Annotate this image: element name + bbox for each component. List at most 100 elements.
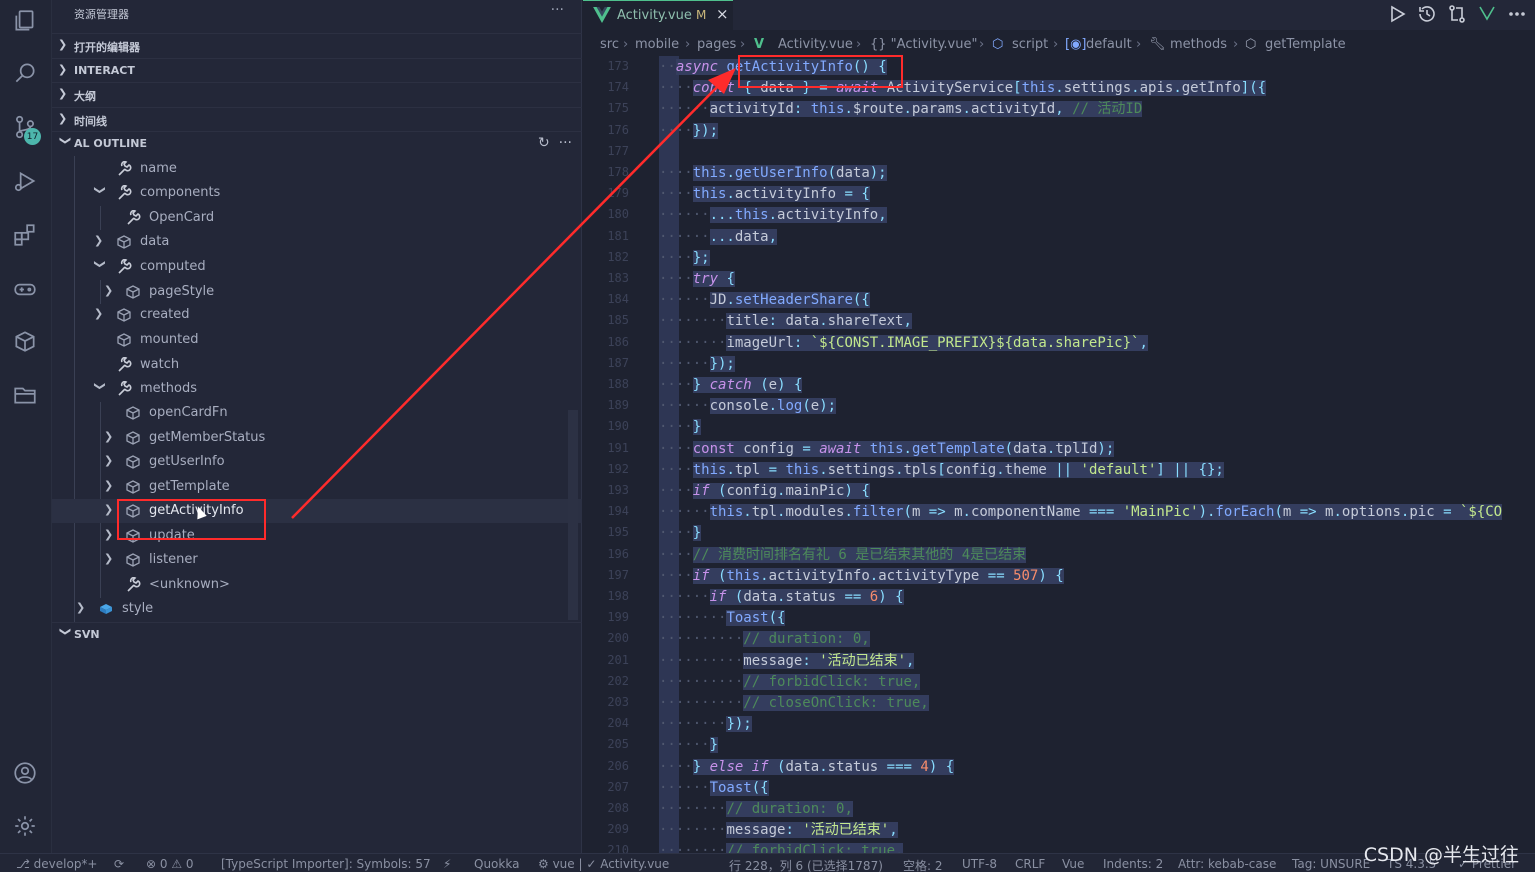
code-line[interactable]: ········title: data.shareText, (659, 311, 912, 332)
code-line[interactable]: ········}); (659, 714, 752, 735)
code-line[interactable]: ····}; (659, 248, 710, 269)
git-lens-icon[interactable] (1477, 4, 1497, 24)
refresh-icon[interactable]: ↻ ··· (538, 135, 572, 151)
section-svn[interactable]: ❯ SVN (52, 622, 582, 646)
compare-changes-icon[interactable] (1447, 4, 1467, 24)
package-icon[interactable] (10, 326, 40, 356)
code-line[interactable]: ······this.tpl.modules.filter(m => m.com… (659, 502, 1503, 523)
code-line[interactable]: ······...this.activityInfo, (659, 205, 887, 226)
section-outline[interactable]: ❯ 大纲 (52, 82, 582, 106)
attr-status[interactable]: Attr: kebab-case (1178, 857, 1276, 871)
breadcrumb-item[interactable]: methods (1170, 37, 1227, 52)
outline-item[interactable]: name (52, 157, 582, 181)
outline-item[interactable]: <unknown> (52, 573, 582, 597)
code-line[interactable]: ··········message: '活动已结束', (659, 651, 915, 672)
chevron-right-icon[interactable]: ❯ (94, 234, 106, 247)
breadcrumb-item[interactable]: src (600, 37, 619, 52)
account-icon[interactable] (10, 758, 40, 788)
chevron-right-icon[interactable]: ❯ (104, 454, 116, 467)
outline-item[interactable]: ❯ methods (52, 377, 582, 401)
vue-status[interactable]: ⚙ vue | ✓ Activity.vue (538, 857, 669, 871)
sync-icon[interactable]: ⟳ (114, 857, 124, 871)
settings-gear-icon[interactable] (10, 811, 40, 841)
close-icon[interactable]: × (716, 5, 729, 23)
code-line[interactable]: ····}); (659, 121, 719, 142)
code-line[interactable]: ····this.getUserInfo(data); (659, 163, 887, 184)
importer-status[interactable]: [TypeScript Importer]: Symbols: 57 (221, 857, 431, 871)
more-actions-icon[interactable] (1507, 4, 1527, 24)
code-line[interactable]: ··········// forbidClick: true, (659, 672, 921, 693)
code-line[interactable]: ········imageUrl: `${CONST.IMAGE_PREFIX}… (659, 333, 1148, 354)
problems-status[interactable]: ⊗ 0 ⚠ 0 (146, 857, 194, 871)
outline-item[interactable]: ❯ computed (52, 255, 582, 279)
tab-activity-vue[interactable]: Activity.vue M × (583, 0, 733, 30)
indent-status[interactable]: 空格: 2 (903, 857, 943, 872)
outline-item[interactable]: openCardFn (52, 401, 582, 425)
chevron-right-icon[interactable]: ❯ (104, 479, 116, 492)
outline-item[interactable]: watch (52, 353, 582, 377)
section-timeline[interactable]: ❯ 时间线 (52, 107, 582, 131)
cursor-position[interactable]: 行 228，列 6 (已选择1787) (729, 857, 883, 872)
code-line[interactable]: ··········// closeOnClick: true, (659, 693, 929, 714)
run-icon[interactable] (1387, 4, 1407, 24)
outline-item[interactable]: ❯ pageStyle (52, 280, 582, 304)
chevron-right-icon[interactable]: ❯ (104, 528, 116, 541)
outline-item[interactable]: OpenCard (52, 206, 582, 230)
quokka-status[interactable]: Quokka (474, 857, 519, 871)
more-actions-icon[interactable]: ··· (551, 2, 564, 18)
code-line[interactable]: ······console.log(e); (659, 396, 837, 417)
breadcrumb-item[interactable]: {} "Activity.vue" (870, 37, 977, 52)
outline-item[interactable]: ❯ components (52, 181, 582, 205)
breadcrumb-item[interactable]: getTemplate (1265, 37, 1346, 52)
chevron-right-icon[interactable]: ❯ (76, 601, 88, 614)
breadcrumb-item[interactable]: script (1012, 37, 1048, 52)
outline-item[interactable]: ❯ getTemplate (52, 475, 582, 499)
outline-item[interactable]: ❯ created (52, 303, 582, 327)
tag-status[interactable]: Tag: UNSURE (1292, 857, 1370, 871)
section-open-editors[interactable]: ❯ 打开的编辑器 (52, 33, 582, 57)
outline-item[interactable]: ❯ getUserInfo (52, 450, 582, 474)
chevron-right-icon[interactable]: ❯ (94, 307, 106, 320)
code-line[interactable]: ····if (this.activityInfo.activityType =… (659, 566, 1064, 587)
code-line[interactable]: ········// forbidClick: true, (659, 841, 904, 853)
chevron-right-icon[interactable]: ❯ (104, 552, 116, 565)
indents-status[interactable]: Indents: 2 (1103, 857, 1163, 871)
section-interact[interactable]: ❯ INTERACT (52, 58, 582, 82)
chevron-down-icon[interactable]: ❯ (94, 382, 107, 394)
code-line[interactable]: ······...data, (659, 227, 778, 248)
language-status[interactable]: Vue (1062, 857, 1084, 871)
code-line[interactable]: ········// duration: 0, (659, 799, 853, 820)
code-line[interactable]: ····this.activityInfo = { (659, 184, 870, 205)
code-line[interactable]: ········message: '活动已结束', (659, 820, 898, 841)
breadcrumb-item[interactable]: default (1086, 37, 1132, 52)
code-line[interactable]: ······JD.setHeaderShare({ (659, 290, 870, 311)
code-line[interactable]: ······Toast({ (659, 778, 769, 799)
chevron-right-icon[interactable]: ❯ (104, 503, 116, 516)
code-line[interactable]: ········Toast({ (659, 608, 786, 629)
breadcrumb-item[interactable]: pages (697, 37, 736, 52)
chevron-down-icon[interactable]: ❯ (94, 186, 107, 198)
code-line[interactable]: ····} catch (e) { (659, 375, 803, 396)
section-al-outline[interactable]: ❯ AL OUTLINE ↻ ··· (52, 131, 582, 155)
code-line[interactable]: ····} else if (data.status === 4) { (659, 757, 955, 778)
code-line[interactable]: ······} (659, 735, 719, 756)
eol-status[interactable]: CRLF (1015, 857, 1045, 871)
folder-icon[interactable] (10, 380, 40, 410)
extensions-icon[interactable] (10, 220, 40, 250)
outline-item[interactable]: ❯ listener (52, 548, 582, 572)
outline-item[interactable]: mounted (52, 328, 582, 352)
code-line[interactable]: ······activityId: this.$route.params.act… (659, 99, 1143, 120)
explorer-icon[interactable] (10, 6, 40, 36)
run-debug-icon[interactable] (10, 166, 40, 196)
code-line[interactable]: ····const config = await this.getTemplat… (659, 439, 1115, 460)
chevron-right-icon[interactable]: ❯ (104, 284, 116, 297)
code-line[interactable]: ····try { (659, 269, 735, 290)
search-icon[interactable] (10, 58, 40, 88)
code-line[interactable]: ····} (659, 523, 702, 544)
code-line[interactable]: ····} (659, 417, 702, 438)
code-line[interactable]: ······}); (659, 354, 735, 375)
code-line[interactable]: ··········// duration: 0, (659, 629, 870, 650)
code-editor[interactable]: 173 174 175 176 177 178 179 180 181 182 183 184 185 1… (583, 56, 1535, 853)
gamepad-icon[interactable] (10, 274, 40, 304)
sidebar-scrollbar[interactable] (568, 410, 578, 620)
